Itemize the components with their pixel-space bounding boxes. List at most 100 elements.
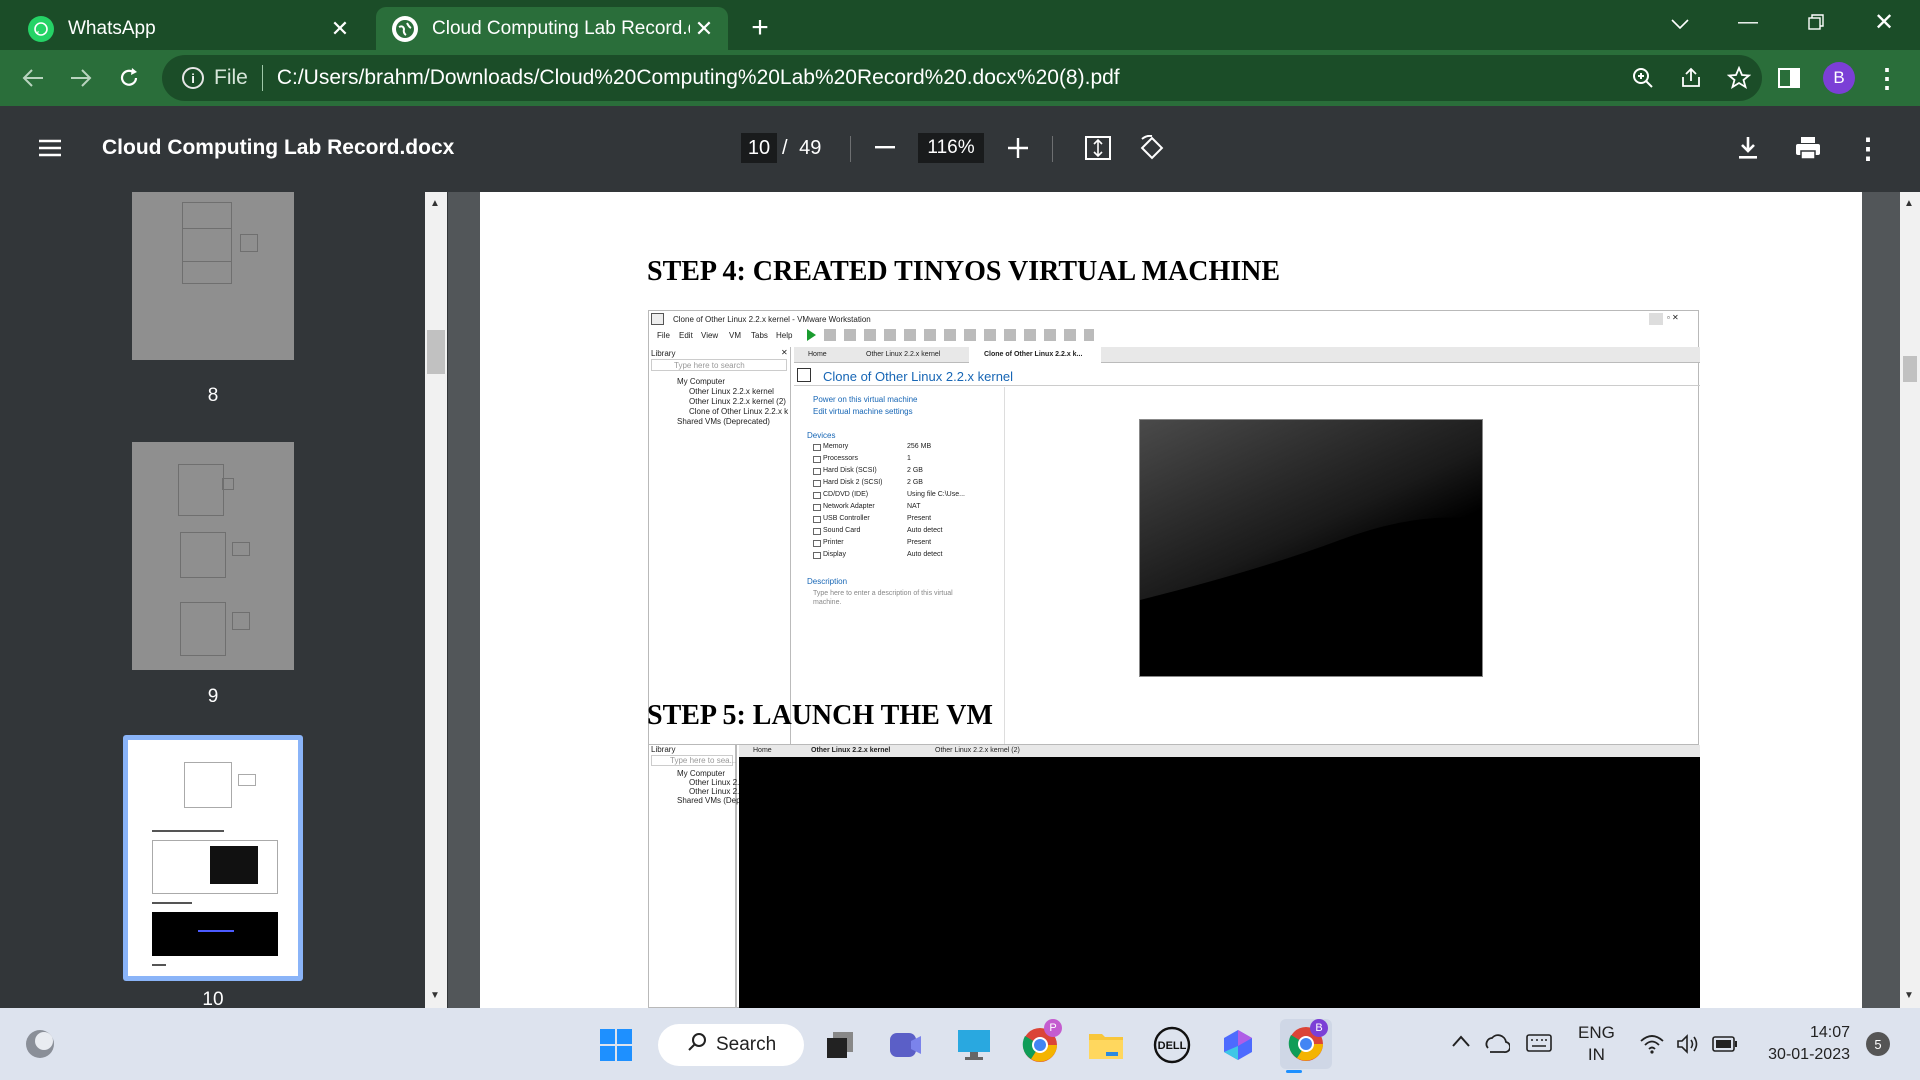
menu-icon[interactable] (30, 128, 70, 168)
thumbnail-label: 10 (202, 989, 224, 1008)
profile-badge: B (1310, 1019, 1328, 1037)
divider (261, 65, 263, 91)
thumbnail-page-9[interactable] (132, 442, 294, 670)
clock[interactable]: 14:07 30-01-2023 (1752, 1022, 1850, 1066)
file-explorer-icon[interactable] (1084, 1023, 1128, 1067)
close-tab-icon[interactable]: ✕ (690, 15, 718, 43)
zoom-out-button[interactable] (865, 128, 905, 168)
teams-chat-icon[interactable] (884, 1023, 928, 1067)
page-total: / 49 (782, 137, 821, 160)
zoom-level-input[interactable]: 116% (918, 133, 984, 163)
tab-title: WhatsApp (68, 17, 156, 39)
vm-tree-item: My Computer (677, 769, 726, 778)
start-icon[interactable] (594, 1023, 638, 1067)
tab-strip: WhatsApp ✕ Cloud Computing Lab Record.do… (0, 0, 1920, 50)
forward-button[interactable] (62, 59, 100, 97)
side-panel-icon[interactable] (1770, 59, 1808, 97)
close-tab-icon[interactable]: ✕ (326, 15, 354, 43)
document-title: Cloud Computing Lab Record.docx (102, 136, 455, 159)
vm-device-name: Printer (823, 539, 844, 546)
zoom-icon[interactable] (1632, 67, 1654, 95)
restore-button[interactable] (1788, 0, 1844, 44)
vm-menu-tabs: Tabs (751, 331, 768, 340)
battery-icon[interactable] (1712, 1036, 1738, 1057)
scroll-down-arrow-icon[interactable]: ▼ (1904, 990, 1914, 1001)
vm-library-label: Library (651, 745, 676, 754)
scrollbar-thumb[interactable] (427, 330, 445, 374)
tab-pdf[interactable]: Cloud Computing Lab Record.do ✕ (376, 7, 728, 50)
reload-button[interactable] (110, 59, 148, 97)
scrollbar-thumb[interactable] (1903, 356, 1917, 382)
divider (794, 385, 1700, 386)
vm-console-screen (739, 757, 1700, 1008)
vm-device-value: 1 (907, 455, 911, 462)
rotate-icon[interactable] (1132, 128, 1172, 168)
onedrive-sync-icon[interactable] (1484, 1032, 1511, 1059)
vmware-screenshot-launch: Library Type here to sea... My Computer … (648, 744, 1700, 1008)
notification-badge[interactable]: 5 (1866, 1032, 1890, 1056)
copilot-icon[interactable] (1216, 1023, 1260, 1067)
document-scrollbar[interactable]: ▲ ▼ (1900, 192, 1920, 1008)
vm-tab-bar: Home Other Linux 2.2.x kernel Other Linu… (739, 745, 1700, 757)
vm-search-placeholder: Type here to search (674, 361, 745, 370)
print-icon[interactable] (1788, 128, 1828, 168)
page-number-input[interactable]: 10 (741, 133, 777, 163)
vm-toolbar-icons (824, 329, 1094, 341)
vm-tab-active-label: Clone of Other Linux 2.2.x k... (984, 351, 1083, 358)
vm-device-icon (813, 444, 821, 451)
tab-whatsapp[interactable]: WhatsApp ✕ (12, 7, 364, 50)
vm-device-value: 256 MB (907, 443, 932, 450)
sidebar-scrollbar[interactable]: ▲ ▼ (425, 192, 447, 1008)
back-button[interactable] (14, 59, 52, 97)
thumbnail-page-10-selected[interactable] (123, 735, 303, 981)
download-icon[interactable] (1728, 128, 1768, 168)
volume-icon[interactable] (1676, 1034, 1700, 1059)
info-icon[interactable]: i (182, 67, 204, 89)
wifi-icon[interactable] (1640, 1034, 1664, 1059)
thumbnail-label: 9 (207, 686, 219, 707)
taskbar-search[interactable]: Search (658, 1024, 804, 1066)
address-bar[interactable]: i File C:/Users/brahm/Downloads/Cloud%20… (162, 55, 1762, 101)
minimize-button[interactable]: — (1720, 0, 1776, 44)
bookmark-star-icon[interactable] (1726, 65, 1752, 96)
vm-tab-home: Home (808, 351, 827, 358)
task-view-icon[interactable] (818, 1023, 862, 1067)
profile-avatar[interactable]: B (1823, 62, 1855, 94)
vm-menu-edit: Edit (679, 331, 693, 340)
document-viewport: STEP 4: CREATED TINYOS VIRTUAL MACHINE C… (448, 192, 1900, 1008)
new-tab-button[interactable]: + (742, 10, 778, 46)
chrome-profile-p-icon[interactable]: P (1018, 1019, 1062, 1067)
show-hidden-icons-icon[interactable] (1452, 1034, 1470, 1052)
vm-search-box: Type here to search (651, 359, 787, 371)
thumbnail-page-8[interactable] (132, 192, 294, 360)
vm-device-value: 2 GB (907, 467, 923, 474)
language-indicator[interactable]: ENG IN (1578, 1022, 1615, 1066)
page-separator: / (782, 137, 788, 159)
dell-icon[interactable]: DELL (1150, 1023, 1194, 1067)
url-text[interactable]: C:/Users/brahm/Downloads/Cloud%20Computi… (277, 66, 1120, 90)
browser-menu-icon[interactable]: ⋮ (1868, 59, 1906, 97)
keyboard-icon[interactable] (1526, 1034, 1552, 1057)
thumb-graphic (182, 228, 232, 284)
language-label: ENG (1578, 1023, 1615, 1042)
vm-device-icon (813, 528, 821, 535)
share-icon[interactable] (1680, 67, 1702, 95)
tab-search-icon[interactable] (1652, 2, 1708, 46)
scroll-down-arrow-icon[interactable]: ▼ (430, 990, 440, 1001)
remote-desktop-icon[interactable] (952, 1023, 996, 1067)
weather-icon[interactable] (20, 1024, 60, 1064)
divider (850, 136, 851, 162)
vm-device-value: Present (907, 515, 932, 522)
svg-text:DELL: DELL (1158, 1040, 1187, 1052)
thumb-graphic (232, 542, 250, 556)
tab-title: Cloud Computing Lab Record.do (432, 17, 690, 39)
vm-device-icon (813, 480, 821, 487)
close-window-button[interactable]: ✕ (1856, 0, 1912, 44)
chrome-profile-b-icon[interactable]: B (1280, 1019, 1332, 1069)
scroll-up-arrow-icon[interactable]: ▲ (1904, 198, 1914, 209)
fit-page-icon[interactable] (1078, 128, 1118, 168)
more-actions-icon[interactable]: ⋮ (1848, 128, 1888, 168)
scroll-up-arrow-icon[interactable]: ▲ (430, 198, 440, 209)
active-app-indicator (1286, 1070, 1302, 1073)
zoom-in-button[interactable] (998, 128, 1038, 168)
